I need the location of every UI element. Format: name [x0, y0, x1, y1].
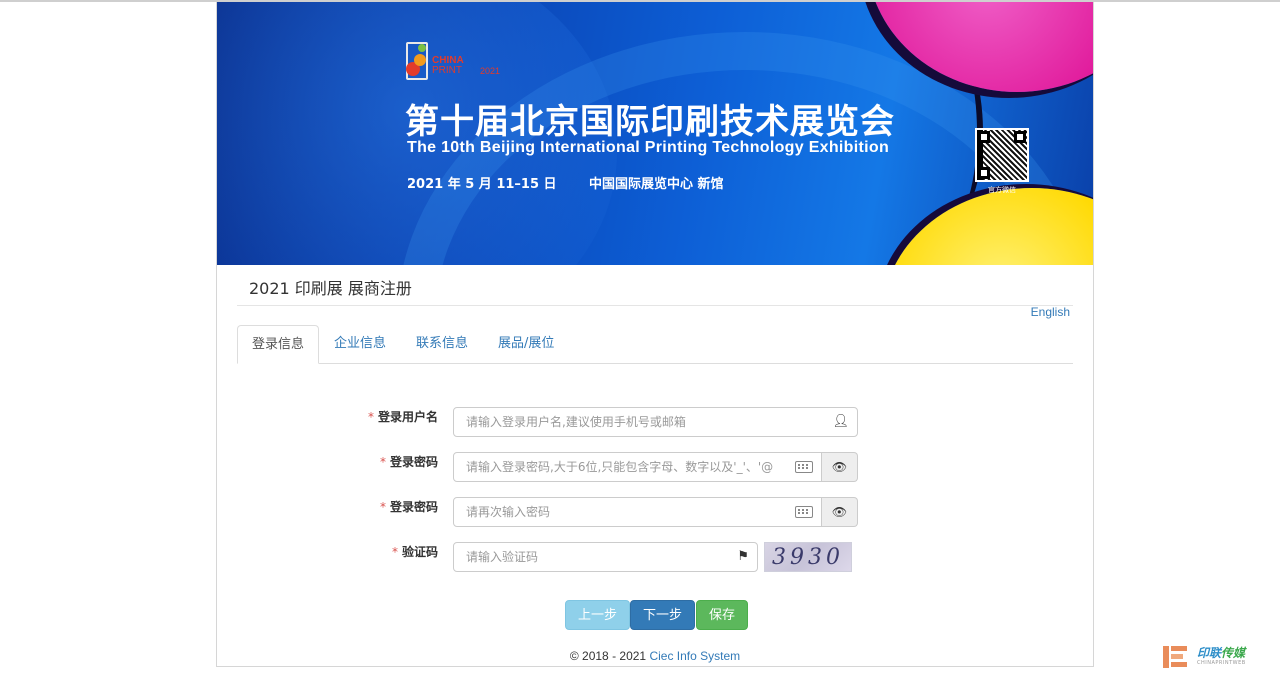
captcha-image[interactable]: 3930 — [764, 542, 852, 572]
tab-contact-info[interactable]: 联系信息 — [402, 325, 482, 363]
required-mark: * — [379, 455, 386, 469]
required-mark: * — [367, 410, 374, 424]
english-language-link[interactable]: English — [1031, 305, 1070, 319]
confirm-password-input[interactable]: 请再次输入密码 — [453, 497, 822, 527]
watermark-icon — [1163, 644, 1189, 668]
logo-year: 2021 — [480, 66, 501, 76]
qr-code-label: 官方微信 — [988, 186, 1016, 194]
keyboard-icon[interactable] — [795, 498, 813, 526]
confirm-password-placeholder: 请再次输入密码 — [466, 505, 551, 519]
banner-date: 2021 年 5 月 11–15 日 — [407, 177, 557, 192]
banner-title-english: The 10th Beijing International Printing … — [407, 139, 890, 156]
footer: © 2018 - 2021 Ciec Info System — [217, 649, 1093, 663]
exhibition-banner: CHINA PRINT 2021 第十届北京国际印刷技术展览会 The 10th… — [217, 2, 1093, 265]
tab-login-info[interactable]: 登录信息 — [237, 325, 320, 364]
password-row: * 登录密码 请输入登录密码,大于6位,只能包含字母、数字以及'_'、'@ 👁︎ — [217, 452, 1093, 484]
tab-exhibits-booth[interactable]: 展品/展位 — [484, 325, 568, 363]
password-label: * 登录密码 — [379, 455, 438, 469]
banner-venue: 中国国际展览中心 新馆 — [589, 177, 724, 192]
china-print-logo: CHINA PRINT 2021 — [404, 38, 514, 84]
username-row: * 登录用户名 请输入登录用户名,建议使用手机号或邮箱 👤︎ — [217, 407, 1093, 439]
confirm-password-row: * 登录密码 请再次输入密码 👁︎ — [217, 497, 1093, 529]
eye-icon: 👁︎ — [831, 460, 848, 474]
watermark-logo: 印联传媒 CHINAPRINTWEB — [1163, 642, 1253, 672]
watermark-subtext: CHINAPRINTWEB — [1197, 660, 1246, 666]
page-title: 2021 印刷展 展商注册 — [249, 279, 412, 298]
required-mark: * — [391, 545, 398, 559]
tab-company-info[interactable]: 企业信息 — [320, 325, 400, 363]
footer-copyright: © 2018 - 2021 — [569, 649, 650, 663]
captcha-label: * 验证码 — [391, 545, 438, 559]
registration-tabs: 登录信息 企业信息 联系信息 展品/展位 — [237, 325, 1073, 364]
qr-code-icon — [975, 128, 1029, 182]
captcha-input[interactable]: 请输入验证码 ⚑ — [453, 542, 758, 572]
keyboard-icon[interactable] — [793, 453, 813, 481]
required-mark: * — [379, 500, 386, 514]
logo-text-2: PRINT — [432, 65, 462, 76]
username-placeholder: 请输入登录用户名,建议使用手机号或邮箱 — [466, 415, 686, 429]
banner-title-chinese: 第十届北京国际印刷技术展览会 — [405, 102, 895, 142]
captcha-placeholder: 请输入验证码 — [466, 550, 539, 564]
previous-step-button[interactable]: 上一步 — [565, 600, 631, 630]
page-container: CHINA PRINT 2021 第十届北京国际印刷技术展览会 The 10th… — [216, 2, 1094, 667]
password-visibility-toggle[interactable]: 👁︎ — [822, 452, 858, 482]
eye-icon: 👁︎ — [831, 505, 848, 519]
save-button[interactable]: 保存 — [696, 600, 749, 630]
watermark-text: 印联传媒 — [1197, 646, 1246, 660]
flag-icon: ⚑ — [737, 549, 749, 564]
password-placeholder: 请输入登录密码,大于6位,只能包含字母、数字以及'_'、'@ — [466, 460, 774, 474]
username-label: * 登录用户名 — [367, 410, 438, 424]
password-input[interactable]: 请输入登录密码,大于6位,只能包含字母、数字以及'_'、'@ — [453, 452, 822, 482]
user-icon: 👤︎ — [832, 414, 849, 429]
next-step-button[interactable]: 下一步 — [630, 600, 696, 630]
footer-system-link[interactable]: Ciec Info System — [649, 649, 740, 663]
confirm-password-visibility-toggle[interactable]: 👁︎ — [822, 497, 858, 527]
captcha-row: * 验证码 请输入验证码 ⚑ 3930 — [217, 542, 1093, 574]
logo-mark-icon — [404, 40, 430, 80]
username-input[interactable]: 请输入登录用户名,建议使用手机号或邮箱 👤︎ — [453, 407, 858, 437]
confirm-password-label: * 登录密码 — [379, 500, 438, 514]
title-divider — [237, 305, 1073, 306]
